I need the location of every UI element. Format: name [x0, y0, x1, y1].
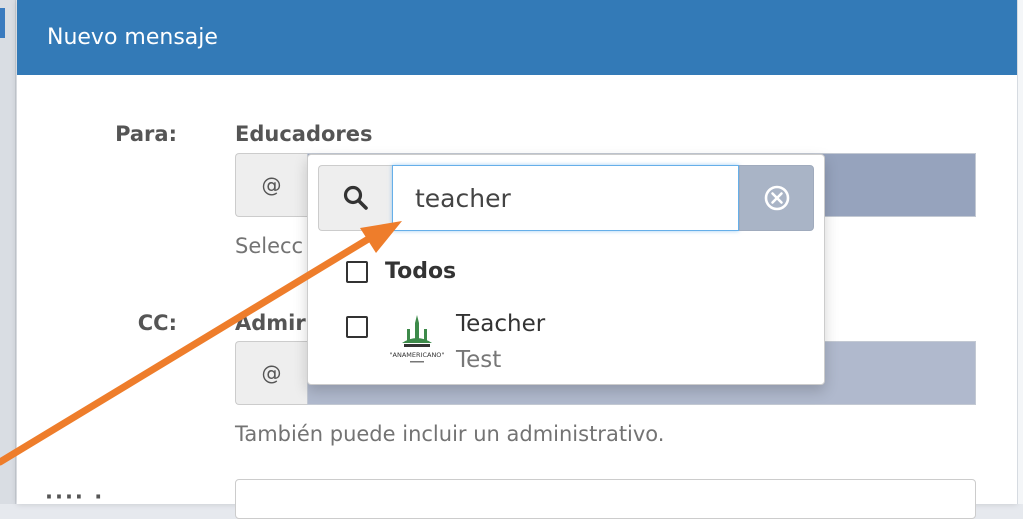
logo-text: "ANAMERICANO" [390, 351, 445, 359]
scrollbar[interactable] [1017, 0, 1023, 504]
recipient-dropdown: Todos "ANAMERICANO" Teacher Test [307, 154, 825, 385]
modal-header: Nuevo mensaje [17, 0, 1017, 75]
option-teacher-subtitle: Test [456, 347, 502, 373]
at-icon: @ [261, 361, 282, 385]
at-icon: @ [261, 173, 282, 197]
option-teacher-name: Teacher [456, 311, 546, 337]
subject-input[interactable] [235, 479, 976, 519]
select-all-checkbox[interactable] [346, 260, 368, 283]
select-all-label: Todos [385, 259, 457, 284]
clear-circle-icon [764, 185, 789, 211]
to-help-text: Selecc [235, 234, 304, 258]
school-logo: "ANAMERICANO" [390, 315, 445, 363]
cc-label: CC: [137, 311, 177, 335]
search-addon [318, 165, 392, 231]
cc-help-text: También puede incluir un administrativo. [235, 422, 665, 446]
cc-group-name: Admir [235, 311, 306, 335]
dropdown-search-row [318, 165, 814, 231]
cc-at-addon: @ [235, 341, 307, 405]
background-panel [0, 0, 16, 504]
search-icon [343, 185, 368, 210]
dropdown-search-input[interactable] [392, 165, 739, 231]
clear-search-button[interactable] [739, 165, 814, 231]
background-accent [0, 8, 5, 38]
to-label: Para: [115, 122, 177, 146]
modal-title: Nuevo mensaje [47, 25, 218, 50]
select-all-option[interactable]: Todos [346, 259, 456, 284]
option-teacher-checkbox[interactable] [346, 316, 368, 338]
to-group-name: Educadores [235, 122, 373, 146]
option-teacher[interactable] [346, 316, 368, 338]
to-at-addon: @ [235, 153, 307, 217]
subject-label: ···· · [45, 485, 105, 509]
